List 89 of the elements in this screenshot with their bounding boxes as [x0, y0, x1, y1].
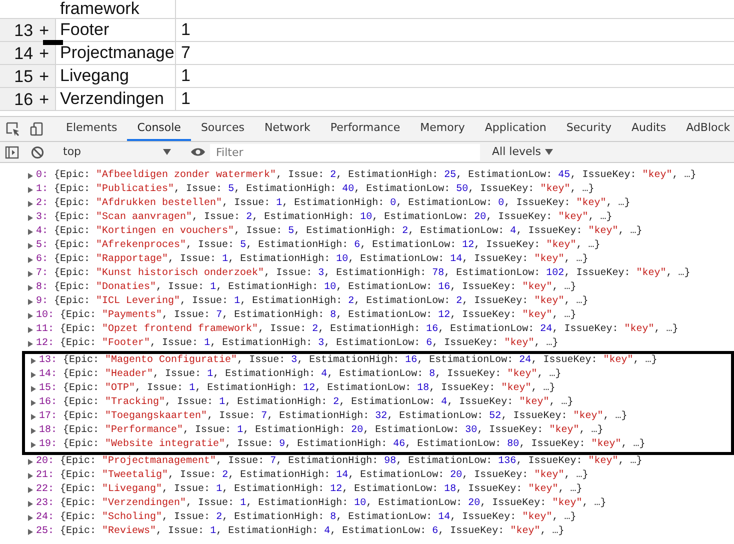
redaction-bar — [43, 40, 63, 45]
console-entry[interactable]: 25: {Epic: "Reviews", Issue: 1, EstimationHigh: 4, EstimationLow: 6, IssueKey: "key", …} — [36, 525, 564, 539]
devtools-tab[interactable]: AdBlock — [676, 117, 734, 141]
expand-arrow-icon[interactable] — [28, 529, 33, 535]
console-entry[interactable]: 22: {Epic: "Livegang", Issue: 1, EstimationHigh: 12, EstimationLow: 18, IssueKey: "key", …} — [36, 483, 582, 497]
console-entry[interactable]: 16: {Epic: "Tracking", Issue: 1, EstimationHigh: 2, EstimationLow: 4, IssueKey: "key", …} — [39, 396, 574, 410]
expand-arrow-icon[interactable] — [28, 501, 33, 507]
row-number: 13 — [14, 22, 34, 38]
cell-text: framework — [60, 0, 140, 18]
expand-arrow-icon[interactable] — [28, 201, 33, 207]
filter-field[interactable]: Filter — [210, 144, 480, 160]
console-entry[interactable]: 19: {Epic: "Website integratie", Issue: 9, EstimationHigh: 46, EstimationLow: 80, IssueKey: "key", …} — [39, 438, 646, 452]
console-entry[interactable]: 21: {Epic: "Tweetalig", Issue: 2, EstimationHigh: 14, EstimationLow: 20, IssueKey: "key", …} — [36, 469, 588, 483]
expand-toggle[interactable]: + — [39, 68, 49, 84]
cell-text: Projectmanage — [60, 42, 174, 64]
console-entry[interactable]: 12: {Epic: "Footer", Issue: 1, EstimationHigh: 3, EstimationLow: 6, IssueKey: "key", …} — [36, 337, 558, 351]
expand-arrow-icon[interactable] — [31, 400, 36, 406]
inspect-icon[interactable] — [6, 122, 20, 136]
console-entry[interactable]: 23: {Epic: "Verzendingen", Issue: 1, EstimationHigh: 10, EstimationLow: 20, IssueKey: "key", …} — [36, 497, 606, 511]
cell-text: 1 — [181, 19, 190, 42]
console-entry[interactable]: 10: {Epic: "Payments", Issue: 7, EstimationHigh: 8, EstimationLow: 12, IssueKey: "key", …} — [36, 309, 576, 323]
caret-icon — [545, 149, 554, 155]
console-entry[interactable]: 0: {Epic: "Afbeeldigen zonder watermerk", Issue: 2, EstimationHigh: 25, EstimationLow: 45, IssueKey: "key", …} — [36, 169, 696, 183]
expand-arrow-icon[interactable] — [28, 285, 33, 291]
expand-arrow-icon[interactable] — [28, 515, 33, 521]
console-entry[interactable]: 7: {Epic: "Kunst historisch onderzoek", Issue: 3, EstimationHigh: 78, EstimationLow: 102, IssueKey: "key", …} — [36, 267, 690, 281]
console-entry[interactable]: 11: {Epic: "Opzet frontend framework", Issue: 2, EstimationHigh: 16, EstimationLow: 24, IssueKey: "key", …} — [36, 323, 678, 337]
cell-text: Livegang — [60, 65, 130, 88]
expand-arrow-icon[interactable] — [28, 257, 33, 263]
row-number: 14 — [14, 44, 34, 62]
expand-arrow-icon[interactable] — [31, 386, 36, 392]
expand-arrow-icon[interactable] — [28, 271, 33, 277]
expand-arrow-icon[interactable] — [28, 187, 33, 193]
levels-dropdown[interactable]: All levels — [492, 144, 554, 160]
devtools-tab[interactable]: Audits — [622, 117, 676, 141]
eye-icon[interactable] — [190, 147, 206, 157]
expand-arrow-icon[interactable] — [28, 173, 33, 179]
clear-icon[interactable] — [31, 146, 44, 158]
console-entry[interactable]: 2: {Epic: "Afdrukken bestellen", Issue: 1, EstimationHigh: 0, EstimationLow: 0, IssueKey: "key", …} — [36, 197, 630, 211]
console-entry[interactable]: 4: {Epic: "Kortingen en vouchers", Issue: 5, EstimationHigh: 2, EstimationLow: 4, IssueKey: "key", …} — [36, 225, 642, 239]
console-entry[interactable]: 13: {Epic: "Magento Configuratie", Issue: 3, EstimationHigh: 16, EstimationLow: 24, IssueKey: "key", …} — [39, 354, 658, 368]
expand-arrow-icon[interactable] — [28, 341, 33, 347]
devtools-tab[interactable]: Memory — [410, 117, 475, 141]
devtools-tab[interactable]: Security — [556, 117, 622, 141]
cell-text: 1 — [181, 88, 190, 110]
devtools-tab[interactable]: Sources — [190, 117, 254, 141]
expand-arrow-icon[interactable] — [31, 358, 36, 364]
expand-arrow-icon[interactable] — [28, 459, 33, 465]
expand-arrow-icon[interactable] — [28, 473, 33, 479]
console-entry[interactable]: 1: {Epic: "Publicaties", Issue: 5, EstimationHigh: 40, EstimationLow: 50, IssueKey: "key", …} — [36, 183, 594, 197]
expand-arrow-icon[interactable] — [31, 428, 36, 434]
row-number: 15 — [14, 68, 34, 84]
context-select[interactable]: top — [57, 144, 177, 160]
console-entry[interactable]: 5: {Epic: "Afrekenproces", Issue: 5, EstimationHigh: 6, EstimationLow: 12, IssueKey: "key", …} — [36, 239, 600, 253]
caret-icon — [163, 149, 171, 155]
expand-arrow-icon[interactable] — [28, 215, 33, 221]
expand-arrow-icon[interactable] — [28, 327, 33, 333]
expand-arrow-icon[interactable] — [28, 243, 33, 249]
expand-toggle[interactable]: + — [39, 22, 49, 38]
expand-arrow-icon[interactable] — [28, 313, 33, 319]
devtools-tab[interactable]: Elements — [56, 117, 128, 141]
cell-text: 7 — [181, 42, 190, 64]
sidebar-toggle-icon[interactable] — [5, 146, 19, 158]
devtools-tab[interactable]: Application — [474, 117, 556, 141]
console-entry[interactable]: 15: {Epic: "OTP", Issue: 1, EstimationHigh: 12, EstimationLow: 18, IssueKey: "key", …} — [39, 382, 556, 396]
expand-toggle[interactable]: + — [39, 90, 49, 108]
expand-arrow-icon[interactable] — [28, 229, 33, 235]
console-entry[interactable]: 17: {Epic: "Toegangskaarten", Issue: 7, EstimationHigh: 32, EstimationLow: 52, IssueKey: "key", …} — [39, 410, 628, 424]
console-entry[interactable]: 6: {Epic: "Rapportage", Issue: 1, EstimationHigh: 10, EstimationLow: 14, IssueKey: "key", …} — [36, 253, 588, 267]
devtools-tab[interactable]: Performance — [320, 117, 410, 141]
cell-text: Verzendingen — [60, 88, 164, 110]
cell-text: Footer — [60, 19, 110, 42]
expand-arrow-icon[interactable] — [28, 299, 33, 305]
expand-arrow-icon[interactable] — [31, 414, 36, 420]
devtools-tab[interactable]: Network — [254, 117, 320, 141]
expand-toggle[interactable]: + — [39, 44, 49, 62]
console-entry[interactable]: 3: {Epic: "Scan aanvragen", Issue: 2, EstimationHigh: 10, EstimationLow: 20, IssueKey: "key", …} — [36, 211, 612, 225]
row-number: 16 — [14, 90, 34, 108]
cell-text: 1 — [181, 65, 190, 88]
expand-arrow-icon[interactable] — [28, 487, 33, 493]
console-entry[interactable]: 14: {Epic: "Header", Issue: 1, EstimationHigh: 4, EstimationLow: 8, IssueKey: "key", …} — [39, 368, 562, 382]
console-entry[interactable]: 20: {Epic: "Projectmanagement", Issue: 7, EstimationHigh: 98, EstimationLow: 136, IssueKey: "key", …} — [36, 455, 642, 469]
device-icon[interactable] — [30, 122, 44, 136]
console-entry[interactable]: 18: {Epic: "Performance", Issue: 1, EstimationHigh: 20, EstimationLow: 30, IssueKey: "key", …} — [39, 424, 604, 438]
expand-arrow-icon[interactable] — [31, 372, 36, 378]
console-entry[interactable]: 8: {Epic: "Donaties", Issue: 1, EstimationHigh: 10, EstimationLow: 16, IssueKey: "key", …} — [36, 281, 576, 295]
expand-arrow-icon[interactable] — [31, 442, 36, 448]
console-entry[interactable]: 24: {Epic: "Scholing", Issue: 2, EstimationHigh: 8, EstimationLow: 14, IssueKey: "key", …} — [36, 511, 576, 525]
console-entry[interactable]: 9: {Epic: "ICL Levering", Issue: 1, EstimationHigh: 2, EstimationLow: 2, IssueKey: "key", …} — [36, 295, 588, 309]
